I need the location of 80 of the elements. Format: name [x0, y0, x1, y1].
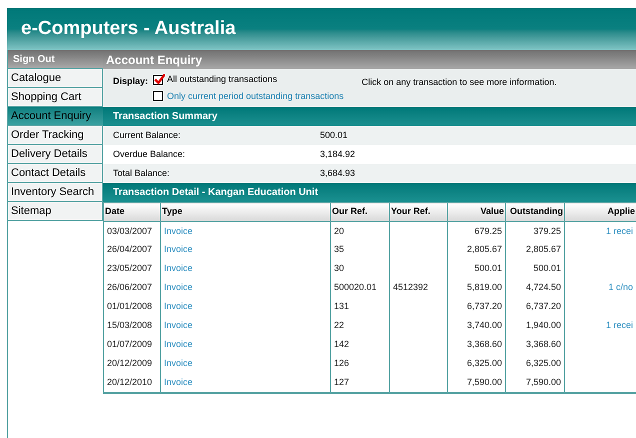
- table-link[interactable]: Invoice: [164, 226, 193, 236]
- table-cell: 131: [334, 301, 350, 312]
- table-cell: 20/12/2009: [107, 358, 152, 368]
- table-link[interactable]: Invoice: [164, 358, 193, 368]
- table-cell: 4,724.50: [526, 282, 561, 292]
- table-link[interactable]: 1 recei: [606, 320, 633, 330]
- nav-item[interactable]: Contact Details: [8, 164, 103, 183]
- column-header: Value: [448, 202, 506, 222]
- table-cell: 3,740.00: [466, 320, 502, 330]
- summary-value: 3,184.92: [320, 148, 356, 161]
- site-title: e-Computers - Australia: [21, 16, 236, 41]
- table-cell: 26/04/2007: [107, 244, 152, 254]
- summary-value: 500.01: [320, 128, 348, 142]
- table-cell: 127: [334, 376, 350, 387]
- table-cell: 22: [334, 320, 344, 330]
- summary-value: 3,684.93: [320, 166, 356, 180]
- table-link[interactable]: Invoice: [164, 320, 193, 330]
- nav-item[interactable]: Delivery Details: [8, 145, 103, 164]
- table-cell: 23/05/2007: [107, 263, 152, 274]
- table-cell: 379.25: [533, 226, 561, 236]
- table-cell: 30: [334, 263, 344, 274]
- table-cell: 4512392: [393, 282, 428, 292]
- nav-item[interactable]: Catalogue: [8, 69, 103, 88]
- table-link[interactable]: Invoice: [164, 376, 193, 387]
- hint-text: Click on any transaction to see more information.: [362, 76, 557, 89]
- summary-label: Total Balance:: [113, 166, 171, 180]
- nav-item[interactable]: Order Tracking: [8, 126, 103, 145]
- table-link[interactable]: Invoice: [164, 282, 193, 292]
- table-cell: 3,368.60: [526, 339, 561, 350]
- table-cell: 20: [334, 226, 344, 236]
- table-cell: 6,737.20: [466, 301, 502, 312]
- column-header: Type: [160, 202, 330, 222]
- table-cell: 3,368.60: [466, 339, 502, 350]
- table-cell: 26/06/2007: [107, 282, 152, 292]
- table-cell: 01/07/2009: [107, 339, 152, 350]
- checkbox[interactable]: [153, 74, 163, 85]
- section-title: Transaction Summary: [113, 110, 218, 124]
- table-cell: 142: [334, 339, 350, 350]
- table-link[interactable]: Invoice: [164, 244, 193, 254]
- checkbox[interactable]: [153, 91, 163, 102]
- table-cell: 01/01/2008: [107, 301, 152, 312]
- table-cell: 679.25: [474, 226, 502, 236]
- column-header: Date: [104, 202, 160, 222]
- table-link[interactable]: Invoice: [164, 263, 193, 274]
- table-link[interactable]: 1 recei: [606, 226, 633, 236]
- table-cell: 7,590.00: [466, 376, 502, 387]
- table-cell: 500.01: [533, 263, 561, 274]
- table-cell: 20/12/2010: [107, 376, 152, 387]
- table-link[interactable]: Invoice: [164, 339, 193, 350]
- nav-item[interactable]: Account Enquiry: [8, 107, 103, 126]
- table-cell: 5,819.00: [466, 282, 502, 292]
- table-cell: 6,325.00: [466, 358, 502, 368]
- column-header: Our Ref.: [330, 202, 390, 222]
- table-link[interactable]: Invoice: [164, 301, 193, 312]
- section-title: Transaction Detail - Kangan Education Unit: [113, 186, 318, 200]
- table-cell: 2,805.67: [526, 244, 561, 254]
- column-header: Applie: [564, 202, 636, 222]
- table-cell: 35: [334, 244, 344, 254]
- nav-item[interactable]: Sitemap: [8, 202, 103, 221]
- table-cell: 500020.01: [334, 282, 377, 292]
- option-label: All outstanding transactions: [167, 73, 278, 86]
- table-cell: 15/03/2008: [107, 320, 152, 330]
- summary-label: Current Balance:: [113, 128, 182, 142]
- table-cell: 2,805.67: [466, 244, 502, 254]
- column-header: Your Ref.: [390, 202, 448, 222]
- nav-item[interactable]: Inventory Search: [8, 183, 103, 202]
- table-link[interactable]: 1 c/no: [608, 282, 633, 292]
- display-label: Display:: [113, 75, 150, 88]
- option-label[interactable]: Only current period outstanding transactions: [167, 90, 344, 103]
- nav-item[interactable]: Shopping Cart: [8, 88, 103, 107]
- table-cell: 500.01: [474, 263, 502, 274]
- table-cell: 6,737.20: [526, 301, 561, 312]
- column-header: Outstanding: [506, 202, 564, 222]
- table-cell: 03/03/2007: [107, 226, 152, 236]
- table-cell: 126: [334, 358, 350, 368]
- table-cell: 7,590.00: [526, 376, 561, 387]
- table-cell: 6,325.00: [526, 358, 561, 368]
- summary-label: Overdue Balance:: [113, 148, 186, 161]
- table-cell: 1,940.00: [526, 320, 561, 330]
- page-title: Account Enquiry: [106, 52, 202, 68]
